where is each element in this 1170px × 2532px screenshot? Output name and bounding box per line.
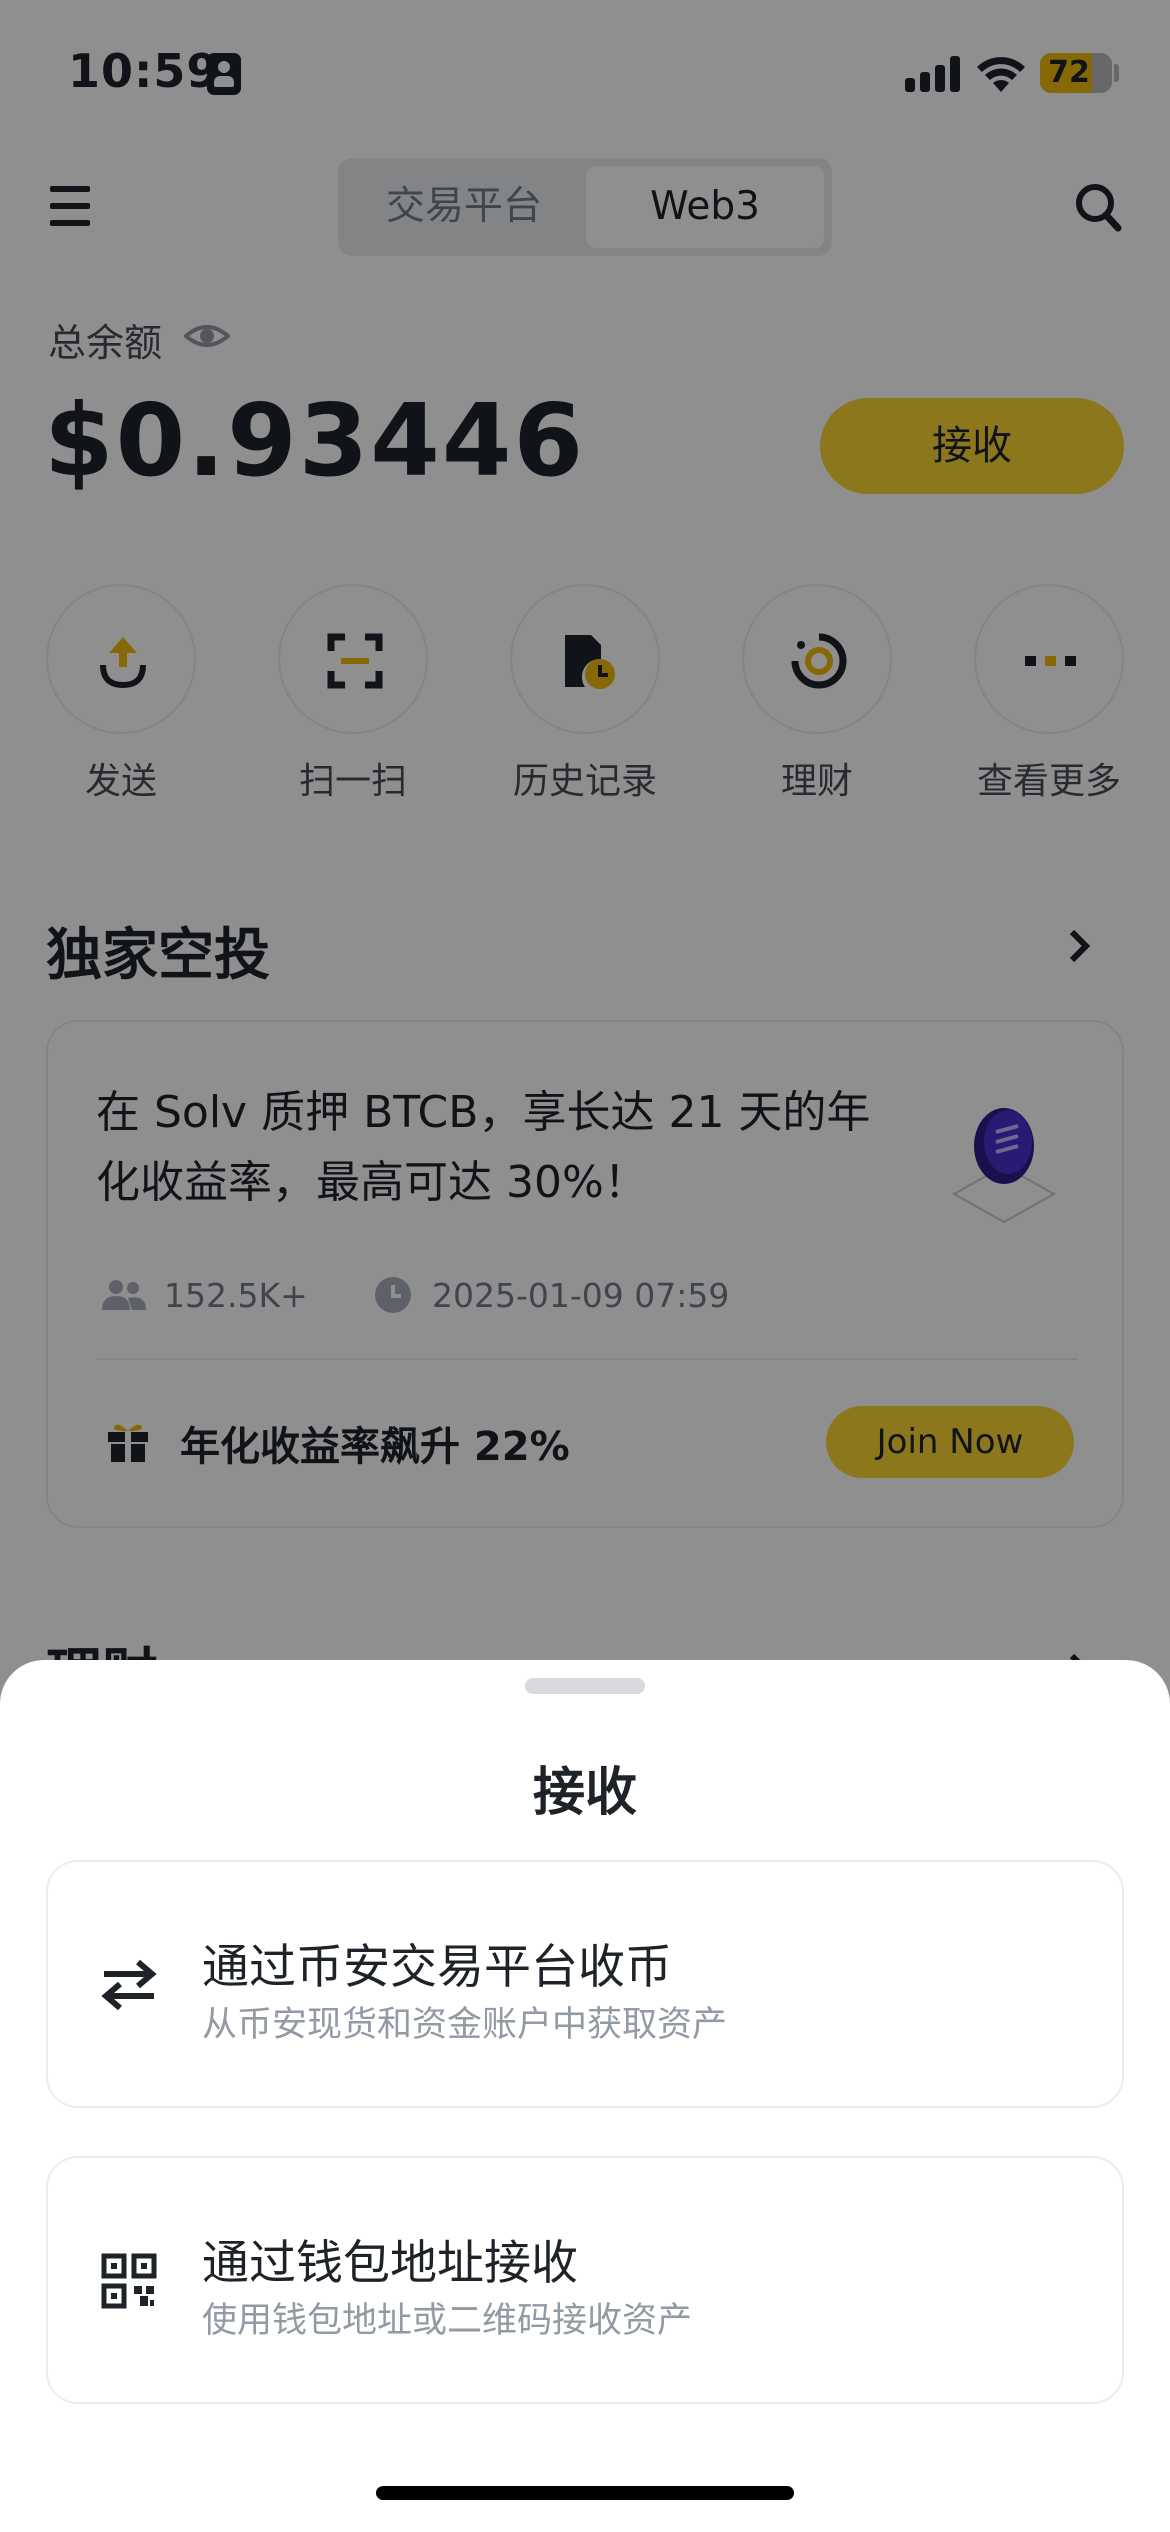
receive-bottom-sheet: 接收 通过币安交易平台收币 从币安现货和资金账户中获取资产 通过钱包地址接收 使…: [0, 1660, 1170, 2532]
option-subtitle: 从币安现货和资金账户中获取资产: [202, 2005, 728, 2045]
sheet-title: 接收: [532, 1763, 637, 1823]
receive-via-wallet-address-option[interactable]: 通过钱包地址接收 使用钱包地址或二维码接收资产: [46, 2156, 1124, 2404]
qr-code-icon: [101, 2253, 157, 2309]
option-title: 通过币安交易平台收币: [202, 1940, 672, 1995]
home-indicator[interactable]: [376, 2486, 794, 2500]
sheet-drag-handle[interactable]: [525, 1678, 645, 1694]
transfer-icon: [101, 1959, 157, 2011]
option-subtitle: 使用钱包地址或二维码接收资产: [202, 2301, 693, 2341]
option-title: 通过钱包地址接收: [202, 2236, 578, 2291]
receive-via-exchange-option[interactable]: 通过币安交易平台收币 从币安现货和资金账户中获取资产: [46, 1860, 1124, 2108]
